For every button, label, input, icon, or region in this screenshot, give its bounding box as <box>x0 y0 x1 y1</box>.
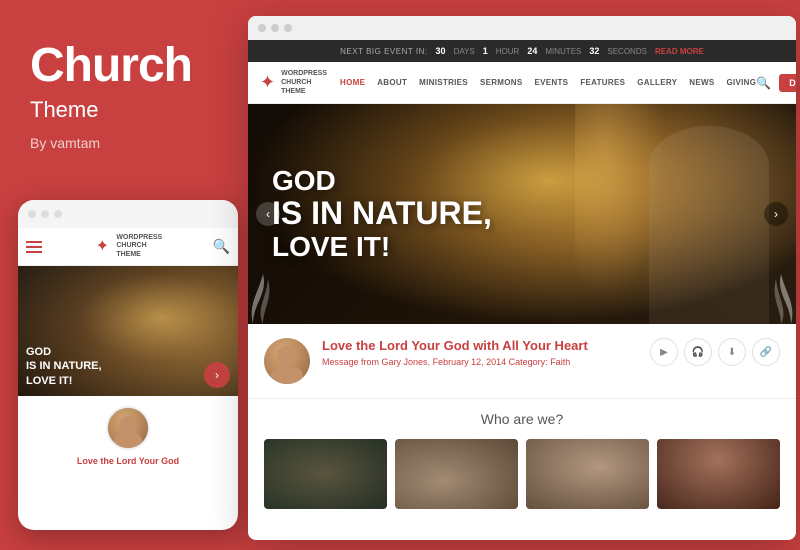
desktop-search-icon[interactable]: 🔍 <box>756 76 771 90</box>
nav-giving[interactable]: GIVING <box>726 78 756 87</box>
event-seconds: 32 <box>589 46 599 56</box>
sermon-share-button[interactable]: 🔗 <box>752 338 780 366</box>
desktop-dot-2 <box>271 24 279 32</box>
mobile-nav: ✦ WORDPRESSCHURCHTHEME 🔍 <box>18 228 238 266</box>
sermon-title[interactable]: Love the Lord Your God with All Your Hea… <box>322 338 638 353</box>
desktop-logo-text: WORDPRESSCHURCHTHEME <box>281 69 327 96</box>
hamburger-icon[interactable] <box>26 241 42 253</box>
mobile-mockup: ✦ WORDPRESSCHURCHTHEME 🔍 GOD IS IN NATUR… <box>18 200 238 530</box>
who-images <box>264 439 780 509</box>
desktop-nav-links: HOME ABOUT MINISTRIES SERMONS EVENTS FEA… <box>340 78 756 87</box>
nav-about[interactable]: ABOUT <box>377 78 407 87</box>
mobile-content: Love the Lord Your God <box>18 396 238 478</box>
sermon-speaker-avatar <box>264 338 310 384</box>
desktop-nav-actions: 🔍 Donate <box>756 74 796 92</box>
desktop-hero-text: GOD IS IN NATURE, LOVE IT! <box>248 166 492 263</box>
mobile-logo: ✦ WORDPRESSCHURCHTHEME <box>92 234 162 259</box>
hero-deco-left <box>248 264 288 324</box>
hero-line3: LOVE IT! <box>272 232 492 263</box>
mobile-sermon-avatar <box>106 406 150 450</box>
sermon-headphone-button[interactable]: 🎧 <box>684 338 712 366</box>
left-panel: Church Theme By vamtam ✦ WORDPRESSCHURCH… <box>0 0 245 550</box>
mobile-top-bar <box>18 200 238 228</box>
nav-news[interactable]: NEWS <box>689 78 714 87</box>
mobile-dot-3 <box>54 210 62 218</box>
desktop-logo-icon: ✦ <box>260 72 275 93</box>
mobile-dot-1 <box>28 210 36 218</box>
donate-button[interactable]: Donate <box>779 74 796 92</box>
nav-ministries[interactable]: MINISTRIES <box>419 78 468 87</box>
mobile-next-arrow[interactable]: › <box>204 362 230 388</box>
sermon-meta: Message from Gary Jones, February 12, 20… <box>322 357 638 367</box>
nav-gallery[interactable]: GALLERY <box>637 78 677 87</box>
who-image-4 <box>657 439 780 509</box>
who-image-3 <box>526 439 649 509</box>
desktop-mockup: NEXT BIG EVENT IN: 30 DAYS 1 HOUR 24 MIN… <box>248 16 796 540</box>
mobile-logo-text: WORDPRESSCHURCHTHEME <box>116 234 162 259</box>
event-bar-label: NEXT BIG EVENT IN: <box>340 47 427 56</box>
sermon-play-button[interactable]: ▶ <box>650 338 678 366</box>
desktop-who-section: Who are we? <box>248 399 796 521</box>
desktop-sermon-section: Love the Lord Your God with All Your Hea… <box>248 324 796 399</box>
who-title: Who are we? <box>264 411 780 427</box>
avatar-face <box>108 408 148 448</box>
event-hours-unit: HOUR <box>496 47 520 56</box>
mobile-dot-2 <box>41 210 49 218</box>
event-read-more[interactable]: Read More <box>655 47 704 56</box>
church-logo-icon: ✦ <box>92 234 112 258</box>
desktop-dot-3 <box>284 24 292 32</box>
sermon-info: Love the Lord Your God with All Your Hea… <box>322 338 638 367</box>
nav-sermons[interactable]: SERMONS <box>480 78 523 87</box>
event-days-unit: DAYS <box>454 47 475 56</box>
who-image-2 <box>395 439 518 509</box>
hero-deco-right <box>756 264 796 324</box>
nav-events[interactable]: EVENTS <box>535 78 569 87</box>
hero-line2: IS IN NATURE, <box>272 196 492 231</box>
event-days: 30 <box>436 46 446 56</box>
desktop-nav: ✦ WORDPRESSCHURCHTHEME HOME ABOUT MINIST… <box>248 62 796 104</box>
event-seconds-unit: SECONDS <box>607 47 647 56</box>
desktop-event-bar: NEXT BIG EVENT IN: 30 DAYS 1 HOUR 24 MIN… <box>248 40 796 62</box>
mobile-search-icon[interactable]: 🔍 <box>213 238 230 255</box>
desktop-dot-1 <box>258 24 266 32</box>
mobile-sermon-title: Love the Lord Your God <box>28 456 228 468</box>
event-minutes: 24 <box>527 46 537 56</box>
sermon-actions: ▶ 🎧 ⬇ 🔗 <box>650 338 780 366</box>
event-hours: 1 <box>483 46 488 56</box>
sermon-download-button[interactable]: ⬇ <box>718 338 746 366</box>
theme-subtitle: Theme <box>30 97 215 123</box>
theme-title: Church <box>30 40 215 93</box>
theme-author: By vamtam <box>30 135 215 151</box>
nav-home[interactable]: HOME <box>340 78 365 87</box>
nav-features[interactable]: FEATURES <box>580 78 625 87</box>
hero-next-arrow[interactable]: › <box>764 202 788 226</box>
who-image-1 <box>264 439 387 509</box>
desktop-top-bar <box>248 16 796 40</box>
mobile-hero-text: GOD IS IN NATURE, LOVE IT! <box>26 345 102 388</box>
mobile-hero: GOD IS IN NATURE, LOVE IT! › <box>18 266 238 396</box>
event-minutes-unit: MINUTES <box>545 47 581 56</box>
desktop-hero: GOD IS IN NATURE, LOVE IT! ‹ › <box>248 104 796 324</box>
desktop-logo: ✦ WORDPRESSCHURCHTHEME <box>260 69 340 96</box>
hero-line1: GOD <box>272 166 492 197</box>
hero-prev-arrow[interactable]: ‹ <box>256 202 280 226</box>
